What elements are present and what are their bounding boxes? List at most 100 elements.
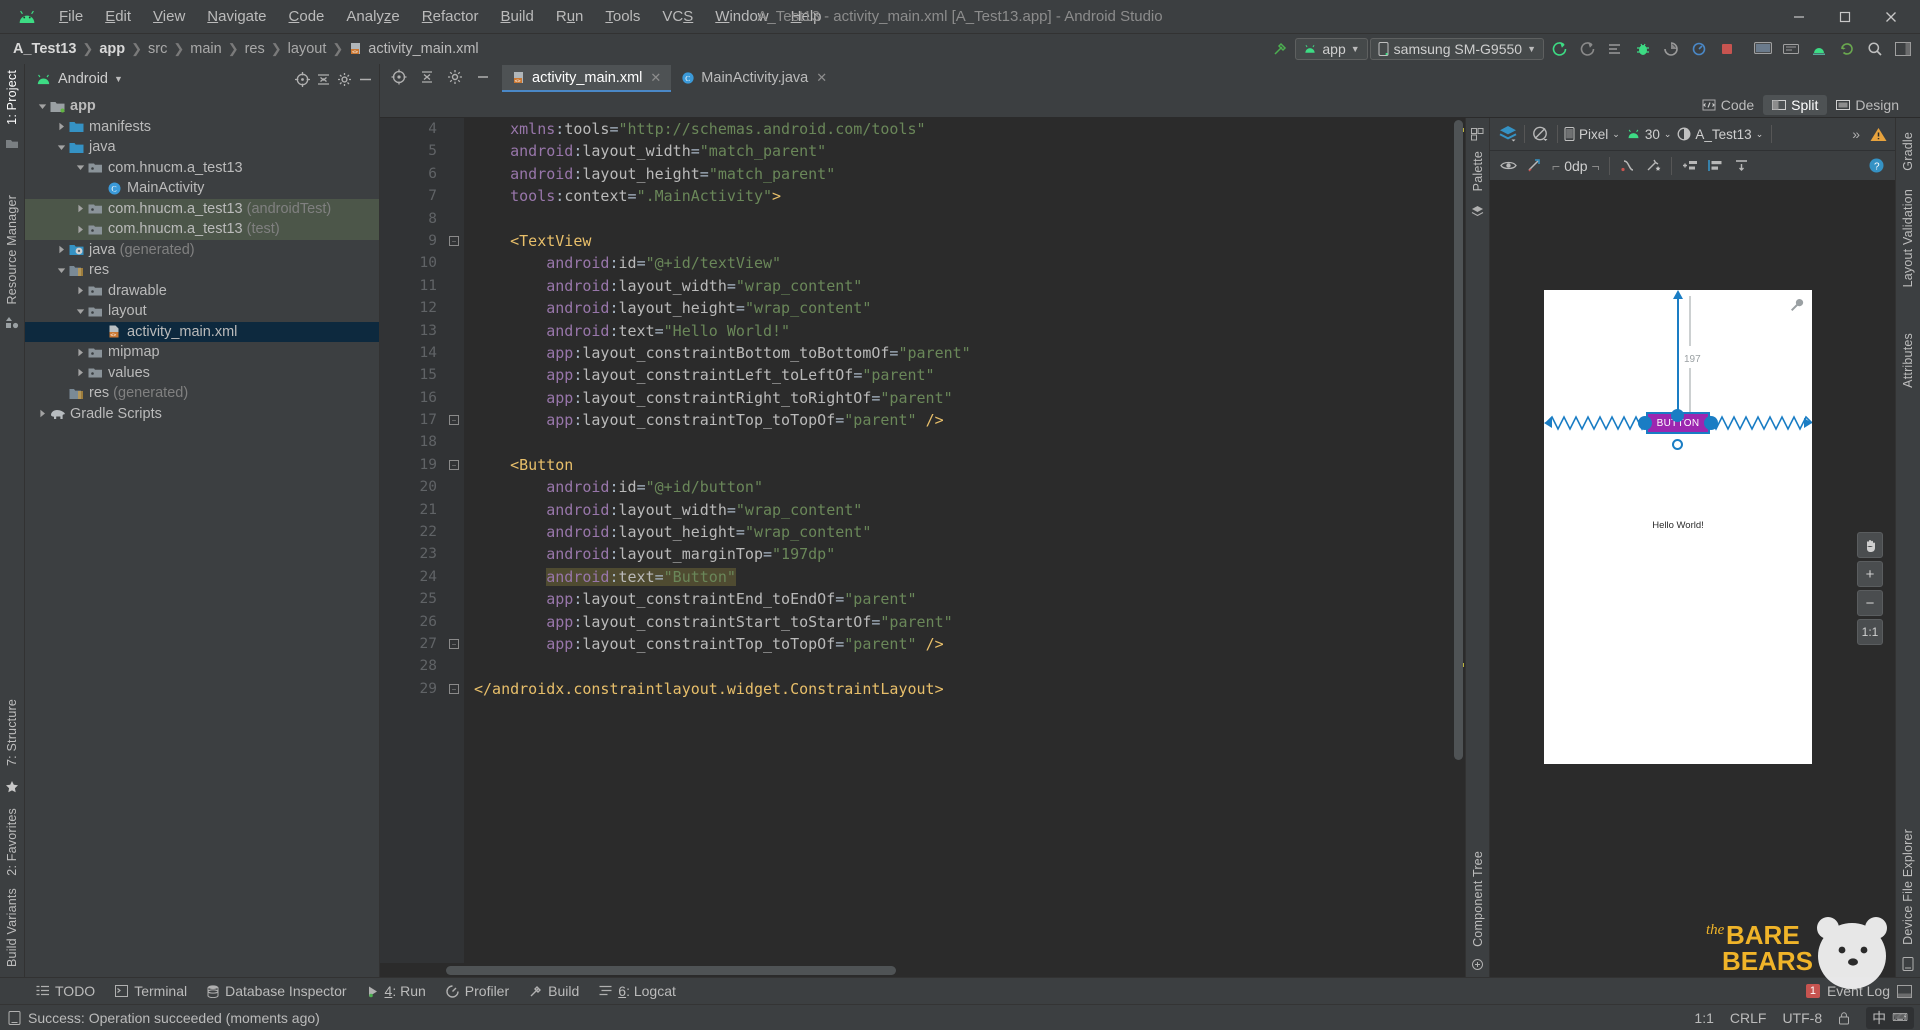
chevron-down-icon[interactable] (35, 102, 49, 111)
code-line[interactable]: android:layout_width="wrap_content" (474, 275, 1465, 297)
breadcrumb-file[interactable]: <> activity_main.xml (344, 40, 483, 58)
constraint-handle-top[interactable] (1671, 409, 1684, 422)
rail-item-build-variants[interactable]: Build Variants (5, 882, 19, 973)
sdk-manager-icon[interactable] (1778, 37, 1804, 61)
infer-constraints-icon[interactable] (1645, 158, 1662, 173)
rerun-icon[interactable] (1574, 37, 1600, 61)
device-selector[interactable]: Pixel ⌄ (1564, 127, 1620, 142)
menu-item-view[interactable]: View (142, 4, 196, 29)
mode-split[interactable]: Split (1763, 94, 1828, 115)
chevron-down-icon[interactable] (54, 266, 68, 275)
toolwindow-build[interactable]: Build (519, 981, 589, 1001)
tree-row[interactable]: res (generated) (25, 383, 379, 404)
zoom-in-button[interactable]: + (1857, 561, 1883, 587)
rail-item-structure[interactable]: 7: Structure (5, 693, 19, 772)
tree-row[interactable]: manifests (25, 117, 379, 138)
marker-strip[interactable] (1451, 118, 1465, 963)
code-line[interactable]: app:layout_constraintTop_toTopOf="parent… (474, 409, 1465, 431)
api-level-selector[interactable]: 30 ⌄ (1626, 127, 1671, 142)
tree-row[interactable]: <> activity_main.xml (25, 321, 379, 342)
settings-gear-icon[interactable] (337, 72, 352, 87)
search-icon[interactable] (1862, 37, 1888, 61)
chevron-down-icon[interactable] (54, 143, 68, 152)
code-line[interactable] (474, 208, 1465, 230)
chevron-right-icon[interactable] (73, 204, 87, 213)
maximize-button[interactable] (1822, 2, 1868, 32)
chevron-right-icon[interactable] (73, 286, 87, 295)
rail-item-device-file-explorer[interactable]: Device File Explorer (1901, 823, 1915, 951)
editor-horizontal-scrollbar[interactable] (380, 963, 1465, 977)
tab-main-activity-java[interactable]: C MainActivity.java ✕ (671, 65, 837, 92)
code-editor[interactable]: 4 5 6 7 8 9 10 11 12 13 14 15 16 17 18 19 20 21 22 23 24 25 26… (380, 118, 1465, 977)
code-line[interactable]: app:layout_constraintStart_toStartOf="pa… (474, 611, 1465, 633)
breadcrumb-project[interactable]: A_Test13 (8, 40, 81, 58)
zoom-out-button[interactable]: − (1857, 590, 1883, 616)
device-selector[interactable]: samsung SM-G9550 ▼ (1369, 38, 1544, 60)
chevron-down-icon[interactable] (73, 163, 87, 172)
component-tree-label[interactable]: Component Tree (1471, 845, 1485, 953)
tree-row[interactable]: java (generated) (25, 240, 379, 261)
clear-constraints-icon[interactable] (1526, 158, 1543, 173)
close-button[interactable] (1868, 2, 1914, 32)
breadcrumb-res[interactable]: res (240, 40, 270, 58)
tree-row[interactable]: app (25, 96, 379, 117)
warning-triangle-icon[interactable] (1870, 127, 1887, 142)
menu-item-analyze[interactable]: Analyze (335, 4, 410, 29)
menu-item-code[interactable]: Code (278, 4, 336, 29)
tab-activity-main-xml[interactable]: <> activity_main.xml ✕ (502, 65, 672, 92)
breadcrumb-layout[interactable]: layout (283, 40, 332, 58)
rail-item-resource-manager[interactable]: Resource Manager (5, 189, 19, 311)
tree-row[interactable]: values (25, 363, 379, 384)
breadcrumb-main[interactable]: main (185, 40, 226, 58)
tree-row[interactable]: C MainActivity (25, 178, 379, 199)
chevron-right-icon[interactable] (73, 368, 87, 377)
hide-editor-icon[interactable] (470, 65, 496, 89)
constraint-handle-bottom[interactable] (1672, 439, 1683, 450)
chevron-right-icon[interactable] (73, 225, 87, 234)
toolwindow-event-log[interactable]: Event Log (1827, 983, 1890, 999)
code-line[interactable]: android:id="@+id/textView" (474, 252, 1465, 274)
code-line[interactable]: app:layout_constraintEnd_toEndOf="parent… (474, 588, 1465, 610)
fold-toggle-icon[interactable]: − (449, 639, 459, 650)
chevron-right-icon[interactable] (35, 409, 49, 418)
project-view-label[interactable]: Android (58, 71, 108, 87)
avd-icon[interactable] (1806, 37, 1832, 61)
code-line[interactable]: app:layout_constraintTop_toTopOf="parent… (474, 633, 1465, 655)
tree-row[interactable]: com.hnucm.a_test13 (test) (25, 219, 379, 240)
sidebar-toggle-icon[interactable] (1890, 37, 1916, 61)
avd-manager-icon[interactable] (1750, 37, 1776, 61)
design-canvas[interactable]: 197 BUTTON Hello World! + − 1:1 (1490, 180, 1895, 977)
menu-item-vcs[interactable]: VCS (651, 4, 704, 29)
tree-row[interactable]: Gradle Scripts (25, 404, 379, 425)
stop-icon[interactable] (1714, 37, 1740, 61)
favorites-star-icon[interactable] (5, 780, 19, 794)
toolwindow-todo[interactable]: TODO (26, 981, 105, 1001)
select-opened-file-icon[interactable] (295, 71, 310, 87)
fold-toggle-icon[interactable]: − (449, 684, 459, 694)
guidelines-icon[interactable] (1681, 158, 1698, 173)
menu-item-tools[interactable]: Tools (594, 4, 651, 29)
coverage-icon[interactable] (1658, 37, 1684, 61)
chevron-right-icon[interactable] (54, 122, 68, 131)
menu-item-refactor[interactable]: Refactor (411, 4, 490, 29)
tree-row[interactable]: mipmap (25, 342, 379, 363)
menu-item-navigate[interactable]: Navigate (196, 4, 277, 29)
code-line[interactable]: android:layout_width="wrap_content" (474, 499, 1465, 521)
caret-position[interactable]: 1:1 (1694, 1010, 1713, 1026)
mode-code[interactable]: Code (1693, 95, 1763, 115)
status-message[interactable]: Success: Operation succeeded (moments ag… (28, 1010, 320, 1026)
mode-design[interactable]: Design (1827, 95, 1908, 115)
palette-add-icon[interactable] (1471, 128, 1484, 141)
chevron-down-icon[interactable] (73, 307, 87, 316)
overflow-icon[interactable]: » (1852, 126, 1860, 142)
code-line[interactable]: android:layout_height="wrap_content" (474, 521, 1465, 543)
code-line[interactable]: android:text="Hello World!" (474, 320, 1465, 342)
code-text[interactable]: xmlns:tools="http://schemas.android.com/… (464, 118, 1465, 963)
tree-row[interactable]: com.hnucm.a_test13 (25, 158, 379, 179)
breadcrumb-src[interactable]: src (143, 40, 172, 58)
layers-icon[interactable] (1471, 205, 1484, 218)
breadcrumb-app[interactable]: app (94, 40, 130, 58)
code-line[interactable]: <TextView (474, 230, 1465, 252)
code-line[interactable]: app:layout_constraintLeft_toLeftOf="pare… (474, 364, 1465, 386)
chevron-down-icon[interactable]: ▼ (114, 74, 123, 84)
